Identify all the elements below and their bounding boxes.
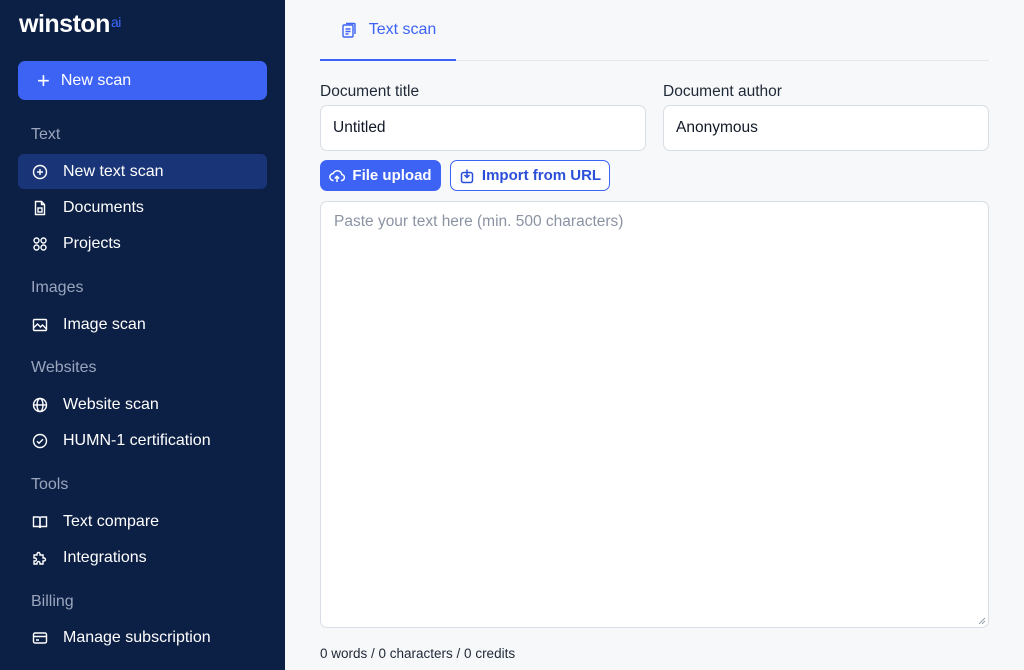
tab-bar: Text scan <box>320 0 989 61</box>
word-count-status: 0 words / 0 characters / 0 credits <box>320 646 516 661</box>
document-title-input[interactable] <box>320 105 646 151</box>
app-root: winston ai + New scan Text New text scan … <box>0 0 1024 670</box>
import-icon <box>460 169 474 183</box>
cloud-upload-icon <box>329 169 346 182</box>
sidebar-item-website-scan[interactable]: Website scan <box>18 387 267 422</box>
sidebar-item-integrations[interactable]: Integrations <box>18 540 267 575</box>
credit-card-icon <box>32 630 48 646</box>
main-content: Text scan Document title Document author… <box>285 0 1024 670</box>
sidebar-item-label: Image scan <box>63 315 146 333</box>
import-url-label: Import from URL <box>481 167 602 184</box>
document-author-input[interactable] <box>663 105 989 151</box>
file-upload-button[interactable]: File upload <box>320 160 441 191</box>
brand-logo[interactable]: winston ai <box>19 10 121 39</box>
tab-text-scan[interactable]: Text scan <box>320 0 456 61</box>
book-icon <box>32 514 48 530</box>
sidebar: winston ai + New scan Text New text scan … <box>0 0 285 670</box>
sidebar-item-label: Text compare <box>63 512 160 530</box>
brand-name: winston <box>19 10 110 38</box>
section-label-tools: Tools <box>31 476 69 493</box>
image-icon <box>32 317 48 333</box>
sidebar-item-label: Manage subscription <box>63 628 211 646</box>
sidebar-item-text-compare[interactable]: Text compare <box>18 504 267 539</box>
brand-suffix: ai <box>110 14 121 30</box>
sidebar-item-label: Projects <box>63 234 121 252</box>
document-title-label: Document title <box>320 83 420 100</box>
section-label-websites: Websites <box>31 359 97 376</box>
section-label-images: Images <box>31 279 84 296</box>
grid-icon <box>32 236 48 252</box>
text-input-area[interactable] <box>320 201 989 628</box>
puzzle-icon <box>32 550 48 566</box>
import-url-button[interactable]: Import from URL <box>450 160 610 191</box>
clipboard-icon <box>342 22 356 38</box>
sidebar-item-label: New text scan <box>63 162 164 180</box>
plus-circle-icon <box>32 164 48 180</box>
sidebar-item-label: Documents <box>63 198 144 216</box>
sidebar-item-projects[interactable]: Projects <box>18 226 267 261</box>
sidebar-item-humn-certification[interactable]: HUMN-1 certification <box>18 423 267 458</box>
sidebar-item-image-scan[interactable]: Image scan <box>18 307 267 342</box>
tab-label: Text scan <box>368 20 437 38</box>
new-scan-button[interactable]: + New scan <box>18 61 267 100</box>
plus-icon: + <box>37 67 50 93</box>
sidebar-item-label: HUMN-1 certification <box>63 431 211 449</box>
document-icon <box>32 200 48 216</box>
sidebar-item-label: Integrations <box>63 548 147 566</box>
sidebar-item-new-text-scan[interactable]: New text scan <box>18 154 267 189</box>
check-circle-icon <box>32 433 48 449</box>
document-author-label: Document author <box>663 83 782 100</box>
sidebar-item-documents[interactable]: Documents <box>18 190 267 225</box>
sidebar-item-manage-subscription[interactable]: Manage subscription <box>18 620 267 655</box>
file-upload-label: File upload <box>352 167 432 184</box>
globe-icon <box>32 397 48 413</box>
section-label-text: Text <box>31 126 61 143</box>
new-scan-label: New scan <box>60 71 132 89</box>
sidebar-item-label: Website scan <box>63 395 159 413</box>
section-label-billing: Billing <box>31 593 74 610</box>
resize-handle-icon[interactable] <box>977 616 986 625</box>
